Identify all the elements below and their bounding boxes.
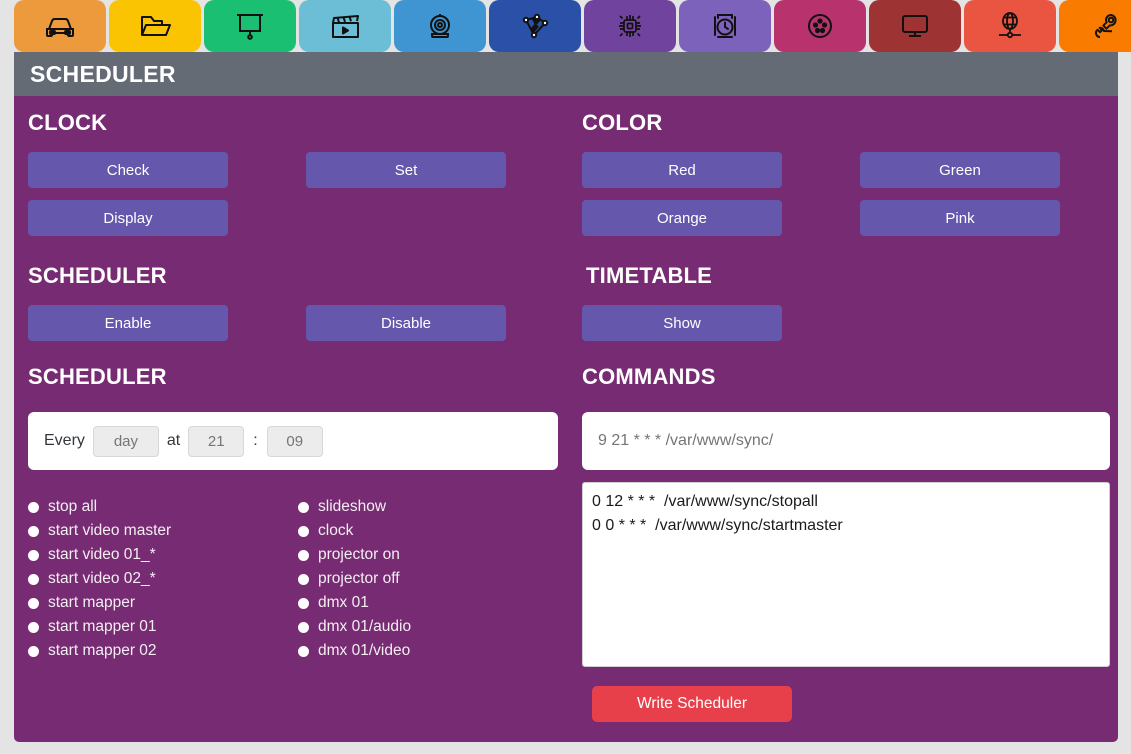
radio-option-a-4[interactable]: start mapper [28, 591, 298, 615]
radio-option-label: dmx 01/audio [318, 618, 412, 635]
radio-option-a-5[interactable]: start mapper 01 [28, 615, 298, 639]
color-orange-button[interactable]: Orange [582, 200, 782, 236]
app-panel: SCHEDULER CLOCK Check Set Display SCHEDU… [14, 52, 1118, 742]
radio-option-b-4[interactable]: dmx 01 [298, 591, 568, 615]
folder-icon[interactable] [109, 0, 201, 52]
window-titlebar: SCHEDULER [14, 52, 1118, 96]
radio-indicator-icon[interactable] [28, 573, 39, 585]
clapperboard-icon[interactable] [299, 0, 391, 52]
radio-option-b-5[interactable]: dmx 01/audio [298, 615, 568, 639]
schedule-day-input[interactable] [92, 425, 159, 457]
write-scheduler-button[interactable]: Write Scheduler [592, 686, 792, 722]
schedule-time-card: Every at : [28, 412, 558, 470]
radio-option-b-1[interactable]: clock [298, 519, 568, 543]
timer-icon[interactable] [679, 0, 771, 52]
color-red-button[interactable]: Red [582, 152, 782, 188]
commands-heading: COMMANDS [582, 364, 716, 389]
radio-option-label: clock [318, 522, 354, 539]
scheduler-options: stop all start video master start video 01… [28, 495, 582, 663]
radio-indicator-icon[interactable] [298, 501, 309, 513]
radio-option-a-6[interactable]: start mapper 02 [28, 639, 298, 663]
monitor-icon[interactable] [869, 0, 961, 52]
timetable-heading: TIMETABLE [586, 263, 713, 288]
projector-screen-icon[interactable] [204, 0, 296, 52]
panel-content: CLOCK Check Set Display SCHEDULER Enable… [14, 96, 1118, 742]
radio-indicator-icon[interactable] [298, 645, 309, 657]
clock-check-button[interactable]: Check [28, 152, 228, 188]
radio-option-label: dmx 01/video [318, 642, 411, 659]
clock-set-button[interactable]: Set [306, 152, 506, 188]
radio-indicator-icon[interactable] [28, 525, 39, 537]
page-title: SCHEDULER [30, 60, 176, 87]
schedule-minute-input[interactable] [266, 425, 323, 457]
radio-option-label: start mapper 02 [48, 642, 157, 659]
radio-option-b-2[interactable]: projector on [298, 543, 568, 567]
radio-option-label: start video 01_* [48, 546, 156, 563]
radio-option-label: start video master [48, 522, 172, 539]
radio-option-a-1[interactable]: start video master [28, 519, 298, 543]
radio-indicator-icon[interactable] [298, 621, 309, 633]
radio-option-label: start video 02_* [48, 570, 156, 587]
color-heading: COLOR [582, 110, 663, 135]
radio-option-b-6[interactable]: dmx 01/video [298, 639, 568, 663]
tools-icon[interactable] [1059, 0, 1131, 52]
radio-option-b-0[interactable]: slideshow [298, 495, 568, 519]
scheduler-options-column-1: stop all start video master start video 01… [28, 495, 298, 663]
radio-option-a-0[interactable]: stop all [28, 495, 298, 519]
radio-option-label: projector on [318, 546, 400, 563]
schedule-hour-input[interactable] [188, 425, 245, 457]
every-label: Every [44, 432, 85, 449]
radio-indicator-icon[interactable] [28, 549, 39, 561]
radio-option-label: start mapper [48, 594, 136, 611]
radio-option-b-3[interactable]: projector off [298, 567, 568, 591]
right-column: COLOR Red Green Orange Pink TIMETABLE Sh… [582, 96, 1118, 722]
radio-option-label: start mapper 01 [48, 618, 157, 635]
radio-indicator-icon[interactable] [28, 501, 39, 513]
radio-option-label: projector off [318, 570, 400, 587]
radio-option-label: slideshow [318, 498, 387, 515]
color-pink-button[interactable]: Pink [860, 200, 1060, 236]
microchip-icon[interactable] [584, 0, 676, 52]
clock-display-button[interactable]: Display [28, 200, 228, 236]
mapping-icon[interactable] [489, 0, 581, 52]
webcam-icon[interactable] [394, 0, 486, 52]
car-icon[interactable] [14, 0, 106, 52]
icon-toolbar [14, 0, 1131, 52]
radio-indicator-icon[interactable] [298, 525, 309, 537]
radio-indicator-icon[interactable] [28, 597, 39, 609]
scheduler-form-heading: SCHEDULER [28, 364, 167, 389]
radio-indicator-icon[interactable] [28, 645, 39, 657]
scheduler-enable-button[interactable]: Enable [28, 305, 228, 341]
command-input[interactable] [582, 412, 1110, 470]
commands-list-textarea[interactable] [582, 482, 1110, 667]
radio-indicator-icon[interactable] [28, 621, 39, 633]
timetable-show-button[interactable]: Show [582, 305, 782, 341]
radio-option-label: stop all [48, 498, 98, 515]
color-green-button[interactable]: Green [860, 152, 1060, 188]
network-icon[interactable] [964, 0, 1056, 52]
at-label: at [166, 432, 181, 449]
scheduler-disable-button[interactable]: Disable [306, 305, 506, 341]
clock-heading: CLOCK [28, 110, 108, 135]
radio-indicator-icon[interactable] [298, 573, 309, 585]
scheduler-options-column-2: slideshow clock projector on projector off d… [298, 495, 568, 663]
time-colon-separator: : [253, 432, 258, 449]
radio-indicator-icon[interactable] [298, 549, 309, 561]
radio-option-a-2[interactable]: start video 01_* [28, 543, 298, 567]
radio-option-label: dmx 01 [318, 594, 369, 611]
scheduler-toggle-heading: SCHEDULER [28, 263, 167, 288]
dmx-connector-icon[interactable] [774, 0, 866, 52]
radio-indicator-icon[interactable] [298, 597, 309, 609]
left-column: CLOCK Check Set Display SCHEDULER Enable… [28, 96, 582, 663]
radio-option-a-3[interactable]: start video 02_* [28, 567, 298, 591]
